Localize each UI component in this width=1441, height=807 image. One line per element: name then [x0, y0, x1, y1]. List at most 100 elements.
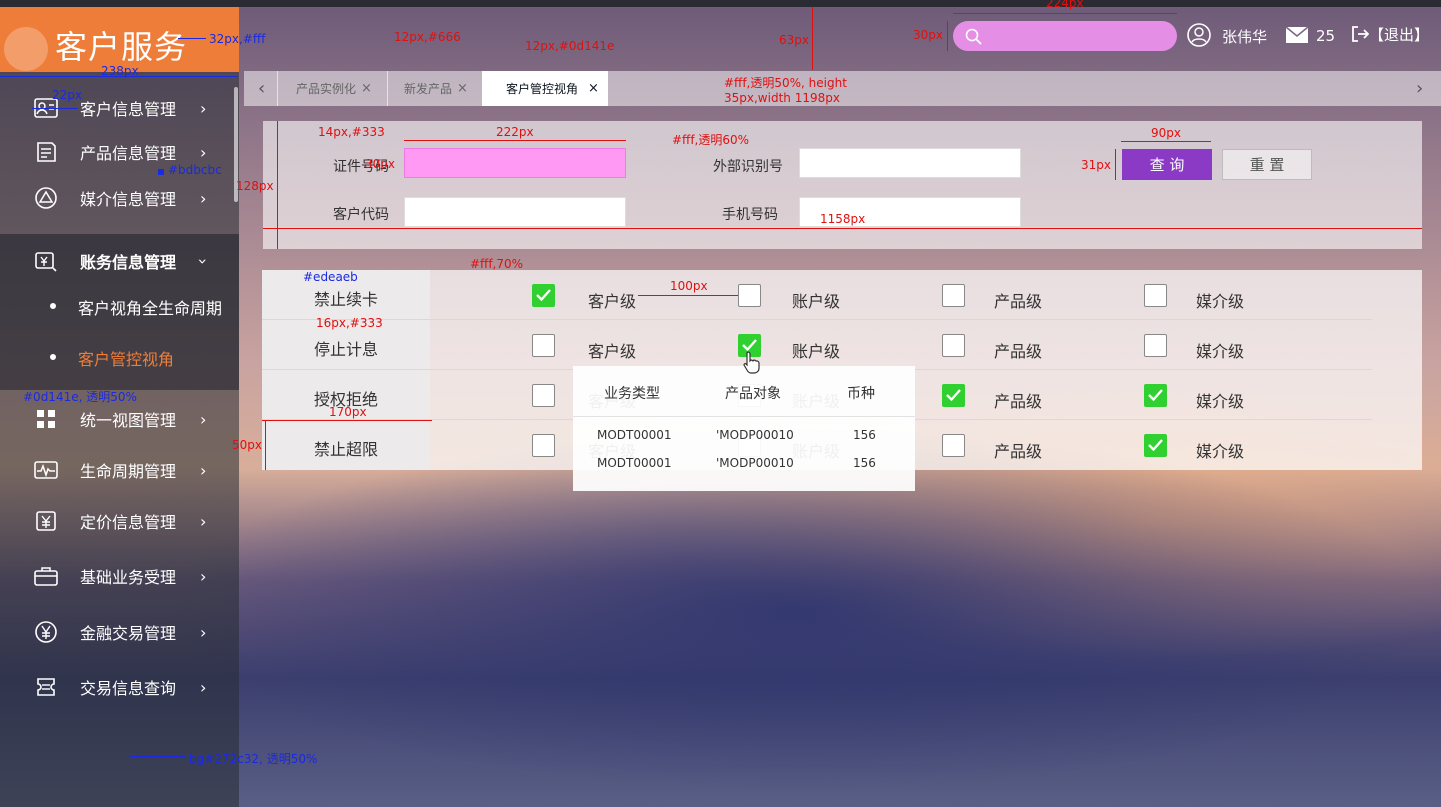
sidebar-item-financial-trade[interactable]: 金融交易管理 ›	[0, 609, 239, 655]
permission-name: 停止计息	[313, 340, 378, 359]
sidebar-item-label: 基础业务受理	[80, 568, 177, 587]
mail-icon[interactable]	[1285, 26, 1309, 44]
check-icon	[536, 289, 551, 302]
tab-new-product[interactable]: 新发产品 ×	[404, 71, 468, 106]
sidebar-item-pricing[interactable]: 定价信息管理 ›	[0, 498, 239, 544]
sidebar-subitem-label: 客户管控视角	[78, 350, 175, 369]
table-row: 停止计息 客户级 账户级 产品级 媒介级	[262, 320, 1372, 370]
hand-cursor-icon	[743, 351, 760, 374]
customer-code-input[interactable]	[404, 197, 626, 227]
popup-header-product-object: 产品对象	[725, 386, 781, 402]
tab-label: 新发产品	[404, 82, 453, 96]
sidebar-item-label: 定价信息管理	[80, 513, 177, 532]
level-label: 客户级	[588, 342, 637, 361]
search-icon	[965, 28, 982, 45]
checkbox-product-level[interactable]	[942, 284, 965, 307]
sidebar-item-finance-info[interactable]: 账务信息管理 ›	[0, 238, 239, 284]
annotation-label: 16px,#333	[316, 316, 383, 330]
chevron-right-icon: ›	[200, 511, 207, 531]
annotation-line	[277, 121, 278, 249]
sidebar-item-label: 账务信息管理	[80, 253, 177, 272]
close-icon[interactable]: ×	[361, 81, 372, 96]
window-top-strip	[0, 0, 1441, 7]
annotation-line	[0, 76, 238, 77]
chevron-right-icon: ›	[200, 566, 207, 586]
id-number-input[interactable]	[404, 148, 626, 178]
close-icon[interactable]: ×	[457, 81, 468, 96]
reset-button[interactable]: 重 置	[1222, 149, 1312, 180]
sidebar-item-label: 金融交易管理	[80, 624, 177, 643]
annotation-label: #fff,透明50%, height	[724, 76, 847, 90]
checkbox-customer-level[interactable]	[532, 334, 555, 357]
tab-scroll-left-icon[interactable]: ‹	[258, 78, 265, 99]
permission-name: 禁止超限	[313, 440, 378, 459]
sidebar-item-label: 生命周期管理	[80, 462, 177, 481]
sidebar: 客户服务 客户信息管理 › 产品信息管理 › 媒介信息管理 › 账务信息管理 ›	[0, 7, 239, 807]
popup-cell: MODT00001	[597, 456, 672, 470]
tab-product-instance[interactable]: 产品实例化 ×	[296, 71, 372, 106]
annotation-line	[947, 21, 948, 51]
logout-button[interactable]: 【退出】	[1351, 24, 1429, 45]
annotation-label: 63px	[779, 33, 809, 47]
annotation-line	[812, 7, 813, 70]
checkbox-customer-level[interactable]	[532, 434, 555, 457]
check-icon	[946, 389, 961, 402]
pulse-icon	[33, 458, 59, 482]
tab-scroll-right-icon[interactable]: ›	[1416, 78, 1423, 99]
bullet-icon	[50, 303, 56, 309]
tab-divider	[277, 71, 278, 106]
checkbox-media-level[interactable]	[1144, 284, 1167, 307]
annotation-label: #0d141e, 透明50%	[23, 390, 137, 404]
query-button[interactable]: 查 询	[1122, 149, 1212, 180]
external-id-input[interactable]	[799, 148, 1021, 178]
annotation-label: 30px	[365, 157, 395, 171]
chevron-right-icon: ›	[200, 188, 207, 208]
level-label: 账户级	[792, 342, 841, 361]
search-input[interactable]	[953, 21, 1177, 51]
sidebar-item-basic-business[interactable]: 基础业务受理 ›	[0, 553, 239, 599]
checkbox-account-level[interactable]	[738, 284, 761, 307]
annotation-label: 12px,#0d141e	[525, 39, 615, 53]
checkbox-product-level[interactable]	[942, 384, 965, 407]
checkbox-media-level[interactable]	[1144, 434, 1167, 457]
sidebar-item-label: 产品信息管理	[80, 144, 177, 163]
annotation-label: 12px,#666	[394, 30, 461, 44]
sidebar-subitem-control-view[interactable]: 客户管控视角	[0, 337, 239, 377]
popup-cell: MODT00001	[597, 428, 672, 442]
checkbox-media-level[interactable]	[1144, 334, 1167, 357]
popup-header-currency: 币种	[847, 386, 875, 402]
sidebar-item-lifecycle[interactable]: 生命周期管理 ›	[0, 447, 239, 493]
headset-icon	[4, 27, 48, 71]
level-label: 媒介级	[1196, 392, 1245, 411]
chevron-right-icon: ›	[200, 677, 207, 697]
sidebar-item-media-info[interactable]: 媒介信息管理 ›	[0, 175, 239, 221]
annotation-label: #bdbcbc	[168, 163, 222, 177]
chevron-right-icon: ›	[200, 142, 207, 162]
level-label: 产品级	[994, 442, 1043, 461]
tab-control-view[interactable]: 客户管控视角 ×	[482, 71, 608, 106]
sidebar-subitem-label: 客户视角全生命周期	[78, 299, 223, 318]
checkbox-customer-level[interactable]	[532, 384, 555, 407]
tab-label: 产品实例化	[296, 82, 357, 96]
checkbox-product-level[interactable]	[942, 334, 965, 357]
level-label: 产品级	[994, 342, 1043, 361]
popup-cell: 156	[853, 428, 876, 442]
user-name[interactable]: 张伟华	[1222, 26, 1267, 47]
checkbox-media-level[interactable]	[1144, 384, 1167, 407]
annotation-line	[953, 13, 1177, 14]
annotation-line	[638, 295, 738, 296]
annotation-label: 1158px	[820, 212, 866, 226]
annotation-line	[32, 108, 78, 109]
annotation-label: 90px	[1151, 126, 1181, 140]
close-icon[interactable]: ×	[588, 81, 599, 96]
level-label: 账户级	[792, 292, 841, 311]
checkbox-customer-level[interactable]	[532, 284, 555, 307]
ticket-icon	[33, 675, 59, 699]
annotation-label: 128px	[236, 179, 274, 193]
checkbox-product-level[interactable]	[942, 434, 965, 457]
yen-circle-icon	[33, 620, 59, 644]
sidebar-item-trade-query[interactable]: 交易信息查询 ›	[0, 664, 239, 710]
annotation-label: 224px	[1046, 0, 1084, 10]
sidebar-subitem-lifecycle[interactable]: 客户视角全生命周期	[0, 286, 239, 326]
user-icon[interactable]	[1187, 23, 1211, 47]
